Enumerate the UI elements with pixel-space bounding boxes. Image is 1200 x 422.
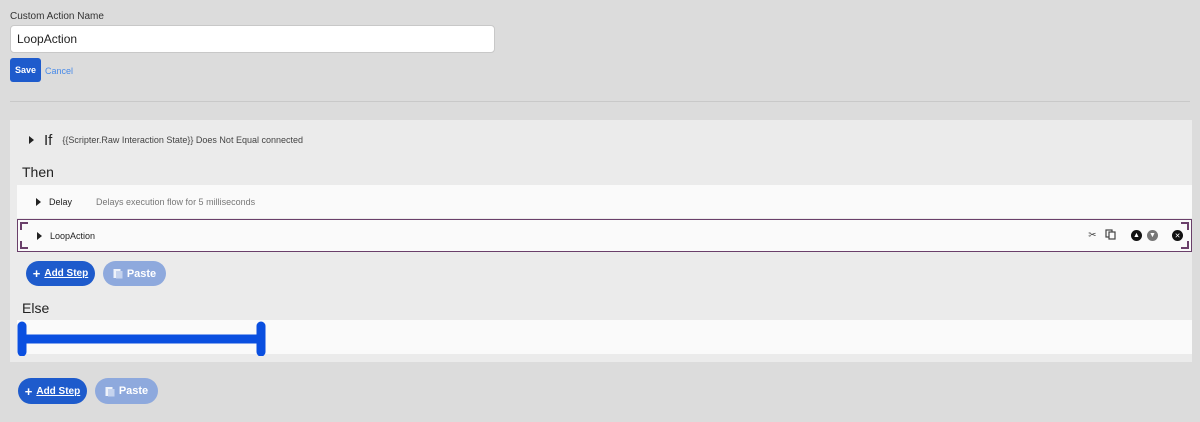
move-down-icon[interactable]: ▼ [1147, 230, 1158, 241]
move-up-icon[interactable]: ▲ [1131, 230, 1142, 241]
selection-corner [20, 241, 28, 249]
step-tools: ✂ ▲ ▼ ✕ [1086, 220, 1183, 251]
scissors-icon[interactable]: ✂ [1086, 230, 1099, 241]
step-description: Delays execution flow for 5 milliseconds [96, 196, 256, 207]
step-title: Delay [49, 196, 73, 207]
paste-button-outer[interactable]: Paste [95, 378, 158, 404]
if-header[interactable]: If {{Scripter.Raw Interaction State}} Do… [10, 129, 303, 151]
selection-corner [20, 222, 28, 230]
expand-caret-icon[interactable] [36, 197, 41, 206]
expand-caret-icon[interactable] [37, 231, 42, 240]
plus-icon: + [32, 266, 41, 281]
if-keyword: If [44, 131, 53, 149]
custom-action-name-input[interactable] [10, 25, 495, 53]
redaction-mark [17, 321, 266, 356]
else-header [17, 294, 1192, 320]
paste-button[interactable]: Paste [103, 261, 166, 286]
step-delay[interactable]: Delay Delays execution flow for 5 millis… [17, 185, 1192, 218]
step-loopaction[interactable]: LoopAction ✂ ▲ ▼ ✕ [17, 219, 1192, 252]
cancel-link[interactable]: Cancel [45, 66, 73, 76]
clipboard-icon [105, 386, 115, 396]
plus-icon: + [24, 383, 33, 399]
add-step-label: Add Step [36, 385, 81, 397]
paste-label: Paste [118, 385, 149, 397]
then-label: Then [22, 164, 54, 180]
else-label: Else [22, 300, 50, 316]
save-button[interactable]: Save [10, 58, 41, 82]
divider [10, 101, 1190, 102]
copy-icon[interactable] [1104, 228, 1117, 243]
step-title: LoopAction [50, 230, 96, 241]
custom-action-name-label: Custom Action Name [10, 11, 104, 22]
delete-icon[interactable]: ✕ [1172, 230, 1183, 241]
add-step-label: Add Step [44, 268, 89, 279]
add-step-button-outer[interactable]: + Add Step [18, 378, 87, 404]
if-condition: {{Scripter.Raw Interaction State}} Does … [62, 135, 303, 145]
add-step-button[interactable]: + Add Step [26, 261, 95, 286]
paste-label: Paste [126, 267, 157, 280]
clipboard-icon [113, 269, 123, 279]
expand-caret-icon[interactable] [29, 136, 34, 144]
